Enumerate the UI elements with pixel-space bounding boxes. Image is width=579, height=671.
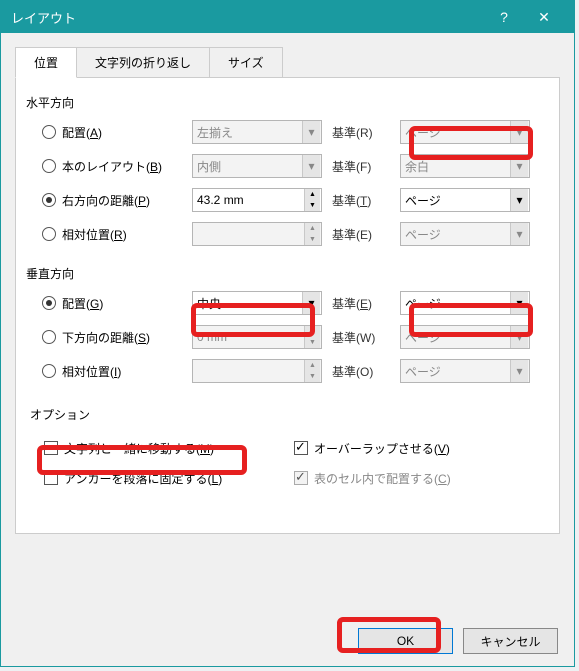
allow-overlap-label: オーバーラップさせる(V) (314, 440, 450, 457)
chevron-down-icon: ▾ (510, 223, 528, 245)
dialog-title: レイアウト (11, 8, 484, 27)
tab-wrap[interactable]: 文字列の折り返し (76, 47, 210, 78)
h-abs-ref-combo[interactable]: ページ▾ (400, 188, 530, 212)
h-abs-label: 右方向の距離(P) (62, 192, 150, 209)
chevron-down-icon: ▾ (510, 292, 528, 314)
v-abs-ref-label: 基準(W) (332, 329, 400, 346)
lock-anchor-label: アンカーを段落に固定する(L) (64, 470, 222, 487)
chevron-down-icon: ▾ (302, 155, 320, 177)
position-panel: 水平方向 配置(A) 左揃え▾ 基準(R) ページ▾ 本のレイアウト(B) 内側… (15, 77, 560, 534)
v-align-label: 配置(G) (62, 295, 103, 312)
down-arrow-icon[interactable]: ▼ (304, 234, 320, 245)
v-abs-ref-combo[interactable]: ページ▾ (400, 325, 530, 349)
tab-size[interactable]: サイズ (209, 47, 283, 78)
v-abs-spinner[interactable]: 0 mm▲▼ (192, 325, 322, 349)
h-rel-ref-label: 基準(E) (332, 226, 400, 243)
move-text-label: 文字列と一緒に移動する(M) (64, 440, 214, 457)
h-align-ref-combo[interactable]: ページ▾ (400, 120, 530, 144)
up-arrow-icon[interactable]: ▲ (304, 189, 320, 200)
h-align-combo[interactable]: 左揃え▾ (192, 120, 322, 144)
ok-button[interactable]: OK (358, 628, 453, 654)
h-rel-spinner[interactable]: ▲▼ (192, 222, 322, 246)
up-arrow-icon[interactable]: ▲ (304, 326, 320, 337)
v-rel-label: 相対位置(I) (62, 363, 121, 380)
h-book-ref-combo[interactable]: 余白▾ (400, 154, 530, 178)
up-arrow-icon[interactable]: ▲ (304, 360, 320, 371)
h-align-radio[interactable] (42, 125, 56, 139)
v-abs-label: 下方向の距離(S) (62, 329, 150, 346)
group-horizontal-header: 水平方向 (26, 94, 549, 111)
h-align-ref-label: 基準(R) (332, 124, 400, 141)
chevron-down-icon: ▾ (302, 121, 320, 143)
h-abs-ref-label: 基準(T) (332, 192, 400, 209)
h-align-label: 配置(A) (62, 124, 102, 141)
v-align-combo[interactable]: 中央▾ (192, 291, 322, 315)
lock-anchor-checkbox[interactable] (44, 471, 58, 485)
v-rel-ref-combo[interactable]: ページ▾ (400, 359, 530, 383)
help-button[interactable]: ? (484, 1, 524, 33)
v-rel-radio[interactable] (42, 364, 56, 378)
chevron-down-icon: ▾ (510, 326, 528, 348)
h-book-label: 本のレイアウト(B) (62, 158, 162, 175)
h-abs-radio[interactable] (42, 193, 56, 207)
tab-strip: 位置 文字列の折り返し サイズ (15, 47, 560, 78)
chevron-down-icon: ▾ (510, 121, 528, 143)
tab-position[interactable]: 位置 (15, 47, 77, 78)
h-book-radio[interactable] (42, 159, 56, 173)
chevron-down-icon: ▾ (302, 292, 320, 314)
h-abs-spinner[interactable]: 43.2 mm▲▼ (192, 188, 322, 212)
h-rel-label: 相対位置(R) (62, 226, 127, 243)
title-bar: レイアウト ? ✕ (1, 1, 574, 33)
v-align-radio[interactable] (42, 296, 56, 310)
move-text-checkbox[interactable] (44, 441, 58, 455)
h-book-ref-label: 基準(F) (332, 158, 400, 175)
close-button[interactable]: ✕ (524, 1, 564, 33)
button-bar: OK キャンセル (358, 628, 558, 654)
allow-overlap-checkbox[interactable] (294, 441, 308, 455)
h-book-combo[interactable]: 内側▾ (192, 154, 322, 178)
chevron-down-icon: ▾ (510, 360, 528, 382)
v-rel-spinner[interactable]: ▲▼ (192, 359, 322, 383)
group-vertical-header: 垂直方向 (26, 265, 549, 282)
chevron-down-icon: ▾ (510, 189, 528, 211)
layout-cell-label: 表のセル内で配置する(C) (314, 470, 451, 487)
down-arrow-icon[interactable]: ▼ (304, 337, 320, 348)
v-align-ref-label: 基準(E) (332, 295, 400, 312)
v-rel-ref-label: 基準(O) (332, 363, 400, 380)
down-arrow-icon[interactable]: ▼ (304, 371, 320, 382)
group-options-header: オプション (30, 406, 549, 423)
h-rel-radio[interactable] (42, 227, 56, 241)
up-arrow-icon[interactable]: ▲ (304, 223, 320, 234)
chevron-down-icon: ▾ (510, 155, 528, 177)
down-arrow-icon[interactable]: ▼ (304, 200, 320, 211)
cancel-button[interactable]: キャンセル (463, 628, 558, 654)
v-abs-radio[interactable] (42, 330, 56, 344)
layout-cell-checkbox (294, 471, 308, 485)
v-align-ref-combo[interactable]: ページ▾ (400, 291, 530, 315)
h-rel-ref-combo[interactable]: ページ▾ (400, 222, 530, 246)
